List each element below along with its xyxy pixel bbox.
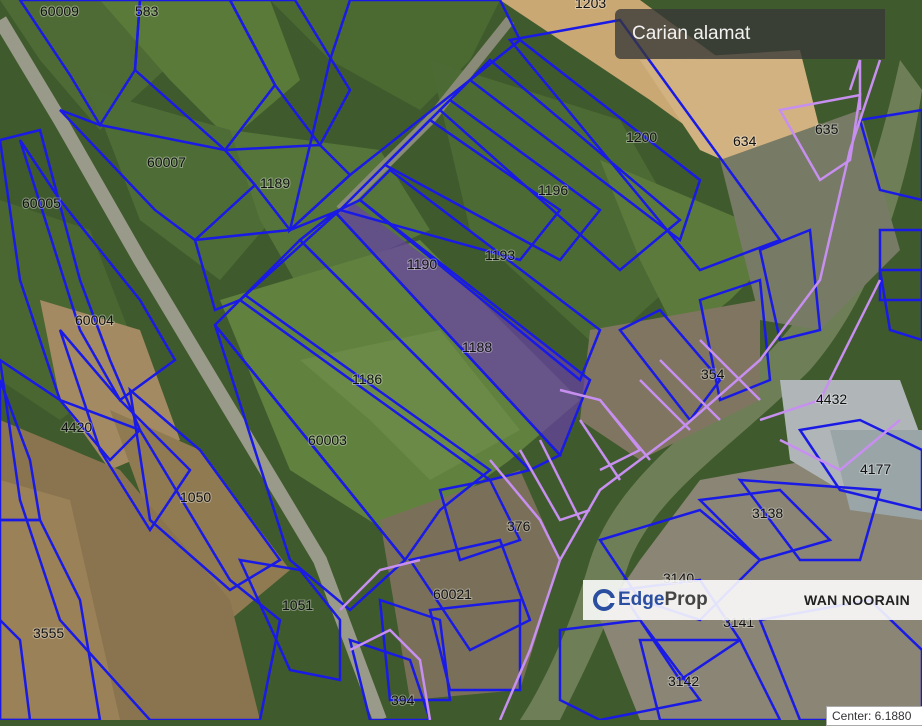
- lot-label: 583: [135, 3, 159, 19]
- lot-label: 354: [701, 366, 725, 382]
- lot-label: 1200: [626, 129, 657, 145]
- lot-label: 1186: [352, 371, 382, 387]
- lot-label: 394: [391, 692, 415, 708]
- lot-label: 1193: [485, 247, 515, 263]
- lot-label: 4432: [816, 391, 847, 407]
- lot-label: 3142: [668, 673, 699, 689]
- lot-label: 60021: [433, 586, 472, 602]
- logo-text-prop: Prop: [664, 589, 708, 610]
- edgeprop-watermark: Edge Prop WAN NOORAIN: [583, 580, 922, 620]
- lot-label: 1203: [575, 0, 606, 11]
- lot-label: 60007: [147, 154, 186, 170]
- address-search-box[interactable]: [615, 9, 885, 59]
- lot-label: 376: [507, 518, 531, 534]
- center-coordinate-readout: Center: 6.1880: [826, 706, 922, 726]
- edgeprop-logo-icon: [593, 589, 616, 611]
- lot-label: 1050: [180, 489, 211, 505]
- lot-label: 60005: [22, 195, 61, 211]
- lot-label: 1189: [260, 175, 290, 191]
- lot-label: 634: [733, 133, 757, 149]
- lot-label: 4177: [860, 461, 891, 477]
- lot-label: 1190: [407, 256, 437, 272]
- edgeprop-logo: Edge Prop: [593, 589, 708, 611]
- lot-label: 3138: [752, 505, 783, 521]
- logo-text-edge: Edge: [618, 589, 665, 610]
- lot-label: 1188: [462, 339, 492, 355]
- agent-name: WAN NOORAIN: [804, 592, 910, 608]
- lot-label: 60004: [75, 312, 114, 328]
- lot-label: 3555: [33, 625, 64, 641]
- lot-label: 635: [815, 121, 839, 137]
- lot-label: 60009: [40, 3, 79, 19]
- address-search-input[interactable]: [630, 22, 874, 46]
- lot-label: 60003: [308, 432, 347, 448]
- lot-label: 4420: [61, 419, 92, 435]
- lot-label: 1196: [538, 182, 568, 198]
- lot-label: 1051: [282, 597, 313, 613]
